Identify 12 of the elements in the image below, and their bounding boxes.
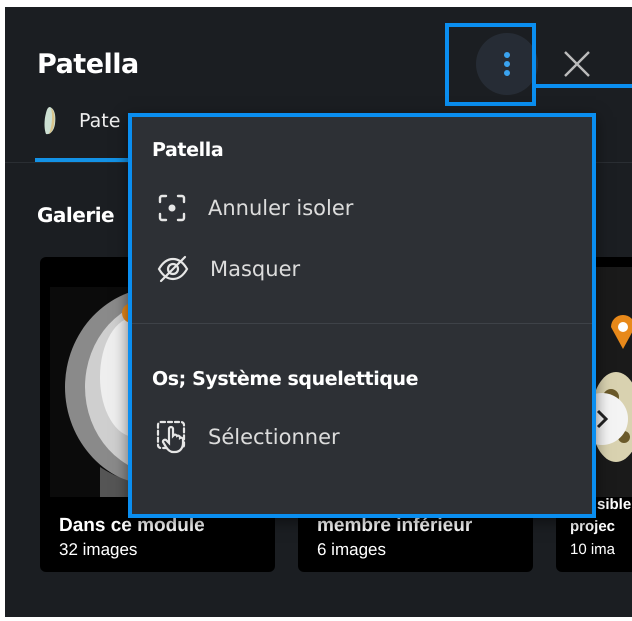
card-title: Dans ce module [59,514,206,538]
panel-title: Patella [37,48,140,80]
card-title: projec [570,517,616,537]
section-title: Galerie [37,203,114,227]
card-title: membre inférieur [317,514,474,538]
image-count: 32 images [59,539,138,561]
card-title: sible [596,495,632,515]
menu-section-title: Os; Système squelettique [152,368,420,390]
image-count: 10 ima [570,540,616,560]
structure-name: Pate [79,110,120,132]
image-count: 6 images [317,539,387,561]
menu-section-title: Patella [152,139,224,161]
